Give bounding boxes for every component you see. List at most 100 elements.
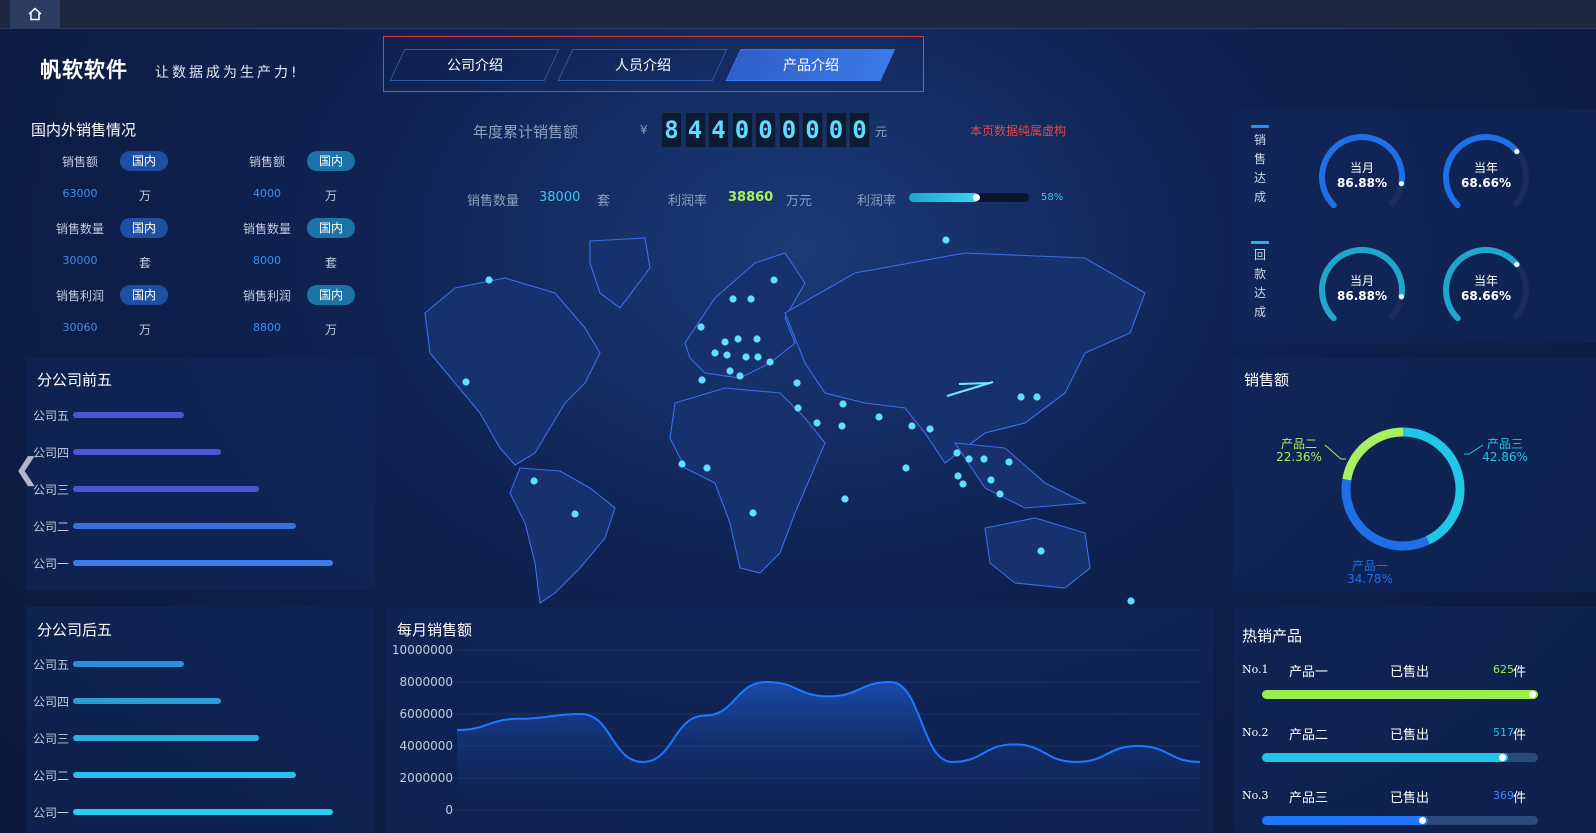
domestic-sales-title: 国内外销售情况 [31, 121, 137, 139]
branch-label: 公司一 [33, 557, 70, 571]
bottom5-panel [26, 607, 375, 833]
home-button[interactable] [10, 0, 60, 28]
tab-company-intro[interactable]: 公司介绍 [389, 49, 560, 81]
slice-name: 产品一 [1352, 559, 1388, 573]
map-dot [754, 353, 762, 361]
region-toggle[interactable]: 国内 [120, 285, 168, 305]
gauge-value: 68.66% [1461, 176, 1511, 190]
branch-bar [73, 661, 185, 667]
map-dot [841, 495, 849, 503]
branch-label: 公司五 [33, 409, 70, 423]
counter-digit: 0 [849, 112, 870, 148]
metric-unit: 万 [324, 189, 337, 203]
map-dot [723, 351, 731, 359]
top5-title: 分公司前五 [37, 371, 113, 389]
map-south-america [509, 467, 616, 604]
branch-bar [73, 772, 296, 778]
map-dot [770, 276, 778, 284]
gauge-knob [1514, 148, 1520, 154]
chevron-left-icon: ❮ [14, 452, 40, 487]
metric-value: 4000 [253, 187, 281, 200]
map-dot [1005, 458, 1013, 466]
y-tick-label: 10000000 [392, 643, 453, 657]
map-dot [726, 367, 734, 375]
branch-label: 公司二 [33, 769, 70, 783]
map-dot [980, 455, 988, 463]
branch-bar [73, 809, 333, 815]
map-greenland [589, 237, 651, 309]
metric-label: 销售数量 [55, 222, 104, 236]
region-toggle[interactable]: 国内 [307, 218, 355, 238]
sold-count: 517 [1493, 726, 1514, 739]
branch-bar [73, 449, 222, 455]
sold-progress-fill [1262, 690, 1538, 699]
rate-knob [972, 194, 980, 201]
map-dot [530, 477, 538, 485]
leader-line [1324, 444, 1346, 460]
counter-digit: 4 [708, 112, 729, 148]
counter-digit: 0 [755, 112, 776, 148]
map-asia [784, 252, 1146, 464]
map-dot [729, 295, 737, 303]
map-dot [697, 323, 705, 331]
map-dot [734, 335, 742, 343]
map-australia [984, 517, 1091, 589]
map-dot [485, 276, 493, 284]
slice-percent: 34.78% [1347, 572, 1393, 586]
y-tick-label: 2000000 [400, 771, 453, 785]
region-toggle[interactable]: 国内 [307, 151, 355, 171]
rank-label: No.2 [1242, 726, 1269, 739]
gauge-value: 68.66% [1461, 289, 1511, 303]
rate-fill [909, 193, 979, 202]
map-flight-line [958, 382, 992, 385]
map-dot [838, 422, 846, 430]
map-dot [462, 378, 470, 386]
qty-label: 销售数量 [467, 194, 520, 209]
metric-label: 销售利润 [55, 289, 104, 303]
map-dot [926, 425, 934, 433]
map-dot [959, 480, 967, 488]
product-name: 产品一 [1289, 665, 1329, 680]
tab-product-intro[interactable]: 产品介绍 [725, 49, 896, 81]
metric-unit: 套 [138, 256, 151, 270]
branch-label: 公司二 [33, 520, 70, 534]
region-toggle[interactable]: 国内 [120, 218, 168, 238]
slice-name: 产品二 [1281, 437, 1317, 451]
branch-bar [73, 412, 185, 418]
sold-unit: 件 [1513, 728, 1527, 743]
map-dot [942, 236, 950, 244]
sales-donut-chart: 产品三42.86% 产品一34.78% 产品二22.36% [1276, 427, 1528, 586]
branch-bar [73, 523, 296, 529]
hot-products-title: 热销产品 [1242, 627, 1303, 645]
map-dot [794, 404, 802, 412]
annual-sales-label: 年度累计销售额 [473, 123, 579, 141]
region-toggle[interactable]: 国内 [307, 285, 355, 305]
map-dot [1037, 547, 1045, 555]
donut-slice [1342, 427, 1404, 481]
tab-label: 人员介绍 [614, 58, 671, 74]
achievement-gauges: 当月86.88%当年68.66%当月86.88%当年68.66% [1319, 134, 1529, 322]
map-africa [669, 387, 826, 574]
prev-page-button[interactable]: ❮ [14, 452, 39, 487]
qty-value: 38000 [539, 190, 581, 205]
world-map [424, 236, 1146, 605]
branch-bar [73, 486, 259, 492]
gauge-period: 当年 [1474, 161, 1498, 175]
branch-label: 公司四 [33, 695, 70, 709]
y-tick-label: 4000000 [400, 739, 453, 753]
map-dot [1127, 597, 1135, 605]
donut-slice [1402, 427, 1465, 545]
branch-label: 公司三 [33, 732, 70, 746]
product-name: 产品二 [1289, 728, 1329, 743]
counter-digit: 0 [825, 112, 847, 148]
region-toggle[interactable]: 国内 [120, 151, 168, 171]
map-north-america [424, 277, 601, 466]
tab-staff-intro[interactable]: 人员介绍 [557, 49, 728, 81]
profit-value: 38860 [728, 190, 774, 205]
gauge-value: 86.88% [1337, 176, 1387, 190]
map-dot [987, 476, 995, 484]
y-tick-label: 0 [445, 803, 453, 817]
branch-bar [73, 560, 333, 566]
sold-progress-knob [1418, 817, 1426, 824]
map-dot [736, 372, 744, 380]
